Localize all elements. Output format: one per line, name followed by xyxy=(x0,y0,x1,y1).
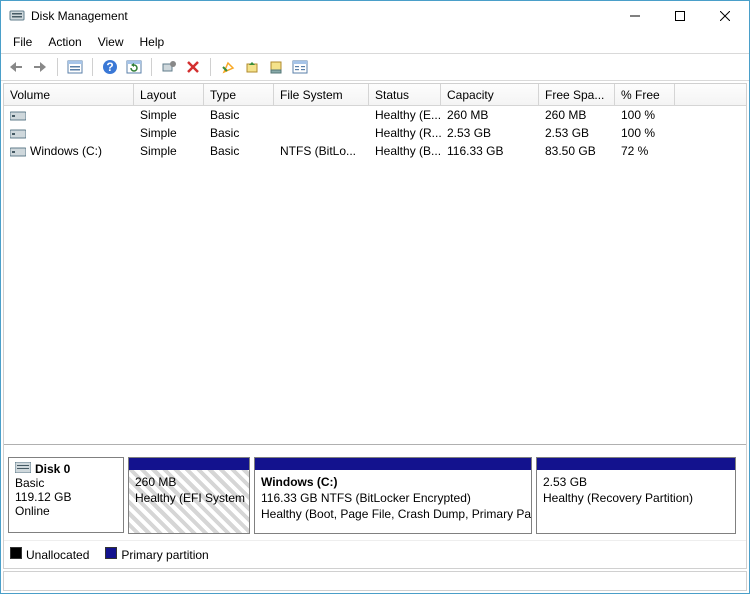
volume-free: 260 MB xyxy=(539,106,615,124)
volume-fs xyxy=(274,124,369,142)
menu-view[interactable]: View xyxy=(90,32,132,52)
nav-back-button[interactable] xyxy=(5,56,27,78)
volume-list-header[interactable]: Volume Layout Type File System Status Ca… xyxy=(4,84,746,106)
volume-layout: Simple xyxy=(134,124,204,142)
volume-type: Basic xyxy=(204,124,274,142)
col-filesystem[interactable]: File System xyxy=(274,84,369,106)
toolbar-separator xyxy=(57,58,58,76)
disk-state: Online xyxy=(15,504,117,518)
volume-pctfree: 100 % xyxy=(615,106,675,124)
partition-line2: Healthy (Boot, Page File, Crash Dump, Pr… xyxy=(261,506,525,522)
menu-action[interactable]: Action xyxy=(40,32,89,52)
refresh-button[interactable] xyxy=(123,56,145,78)
nav-forward-button[interactable] xyxy=(29,56,51,78)
drive-icon xyxy=(10,110,26,121)
partition-body: 260 MBHealthy (EFI System Partition) xyxy=(129,470,249,533)
settings-button[interactable] xyxy=(158,56,180,78)
toolbar-separator xyxy=(210,58,211,76)
toolbar-separator xyxy=(151,58,152,76)
volume-fs: NTFS (BitLo... xyxy=(274,142,369,160)
partitions-container: 260 MBHealthy (EFI System Partition)Wind… xyxy=(128,457,742,534)
show-bottom-button[interactable] xyxy=(265,56,287,78)
delete-button[interactable] xyxy=(182,56,204,78)
svg-text:?: ? xyxy=(106,60,113,74)
partition[interactable]: 2.53 GBHealthy (Recovery Partition) xyxy=(536,457,736,534)
partition-name: Windows (C:) xyxy=(261,474,525,490)
col-layout[interactable]: Layout xyxy=(134,84,204,106)
partition-body: Windows (C:)116.33 GB NTFS (BitLocker En… xyxy=(255,470,531,533)
legend-unallocated: Unallocated xyxy=(10,547,89,562)
partition-line2: Healthy (EFI System Partition) xyxy=(135,490,243,506)
app-window: Disk Management File Action View Help ? … xyxy=(0,0,750,594)
volume-status: Healthy (R... xyxy=(369,124,441,142)
show-top-button[interactable] xyxy=(241,56,263,78)
partition-line1: 116.33 GB NTFS (BitLocker Encrypted) xyxy=(261,490,525,506)
col-freespace[interactable]: Free Spa... xyxy=(539,84,615,106)
partition-line1: 2.53 GB xyxy=(543,474,729,490)
col-capacity[interactable]: Capacity xyxy=(441,84,539,106)
volume-capacity: 2.53 GB xyxy=(441,124,539,142)
disk-name: Disk 0 xyxy=(35,462,70,476)
volume-capacity: 260 MB xyxy=(441,106,539,124)
swatch-unallocated-icon xyxy=(10,547,22,559)
volume-free: 2.53 GB xyxy=(539,124,615,142)
volume-pctfree: 100 % xyxy=(615,124,675,142)
partition-bar xyxy=(129,458,249,470)
col-volume[interactable]: Volume xyxy=(4,84,134,106)
legend: Unallocated Primary partition xyxy=(4,540,746,568)
col-pctfree[interactable]: % Free xyxy=(615,84,675,106)
disk-label[interactable]: Disk 0 Basic 119.12 GB Online xyxy=(8,457,124,533)
properties-button[interactable] xyxy=(289,56,311,78)
partition[interactable]: 260 MBHealthy (EFI System Partition) xyxy=(128,457,250,534)
maximize-button[interactable] xyxy=(657,2,702,31)
minimize-button[interactable] xyxy=(612,2,657,31)
show-hide-console-tree-button[interactable] xyxy=(64,56,86,78)
volume-type: Basic xyxy=(204,142,274,160)
volume-row[interactable]: SimpleBasicHealthy (R...2.53 GB2.53 GB10… xyxy=(4,124,746,142)
window-title: Disk Management xyxy=(31,9,612,23)
disk-size: 119.12 GB xyxy=(15,490,117,504)
volume-row[interactable]: Windows (C:) SimpleBasicNTFS (BitLo...Hea… xyxy=(4,142,746,160)
volume-free: 83.50 GB xyxy=(539,142,615,160)
menu-file[interactable]: File xyxy=(5,32,40,52)
disk-type: Basic xyxy=(15,476,117,490)
drive-icon xyxy=(10,146,26,157)
partition-bar xyxy=(537,458,735,470)
legend-primary: Primary partition xyxy=(105,547,208,562)
col-filler xyxy=(675,84,746,106)
volume-capacity: 116.33 GB xyxy=(441,142,539,160)
col-status[interactable]: Status xyxy=(369,84,441,106)
volume-status: Healthy (B... xyxy=(369,142,441,160)
app-icon xyxy=(9,8,25,24)
partition-line1: 260 MB xyxy=(135,474,243,490)
volume-layout: Simple xyxy=(134,106,204,124)
volume-pctfree: 72 % xyxy=(615,142,675,160)
partition-body: 2.53 GBHealthy (Recovery Partition) xyxy=(537,470,735,533)
volume-label: Windows (C:) xyxy=(30,144,102,158)
volume-type: Basic xyxy=(204,106,274,124)
menu-help[interactable]: Help xyxy=(132,32,173,52)
partition-line2: Healthy (Recovery Partition) xyxy=(543,490,729,506)
volume-fs xyxy=(274,106,369,124)
toolbar-separator xyxy=(92,58,93,76)
volume-list[interactable]: Volume Layout Type File System Status Ca… xyxy=(4,84,746,444)
toolbar: ? xyxy=(1,53,749,81)
volume-row[interactable]: SimpleBasicHealthy (E...260 MB260 MB100 … xyxy=(4,106,746,124)
drive-icon xyxy=(10,128,26,139)
help-button[interactable]: ? xyxy=(99,56,121,78)
swatch-primary-icon xyxy=(105,547,117,559)
titlebar: Disk Management xyxy=(1,1,749,31)
disk-icon xyxy=(15,462,31,476)
col-type[interactable]: Type xyxy=(204,84,274,106)
partition-bar xyxy=(255,458,531,470)
partition[interactable]: Windows (C:)116.33 GB NTFS (BitLocker En… xyxy=(254,457,532,534)
statusbar xyxy=(3,571,747,591)
content-area: Volume Layout Type File System Status Ca… xyxy=(3,83,747,569)
close-button[interactable] xyxy=(702,2,747,31)
disk-graphical-view: Disk 0 Basic 119.12 GB Online 260 MBHeal… xyxy=(4,444,746,540)
menubar: File Action View Help xyxy=(1,31,749,53)
volume-layout: Simple xyxy=(134,142,204,160)
volume-status: Healthy (E... xyxy=(369,106,441,124)
action-center-button[interactable] xyxy=(217,56,239,78)
